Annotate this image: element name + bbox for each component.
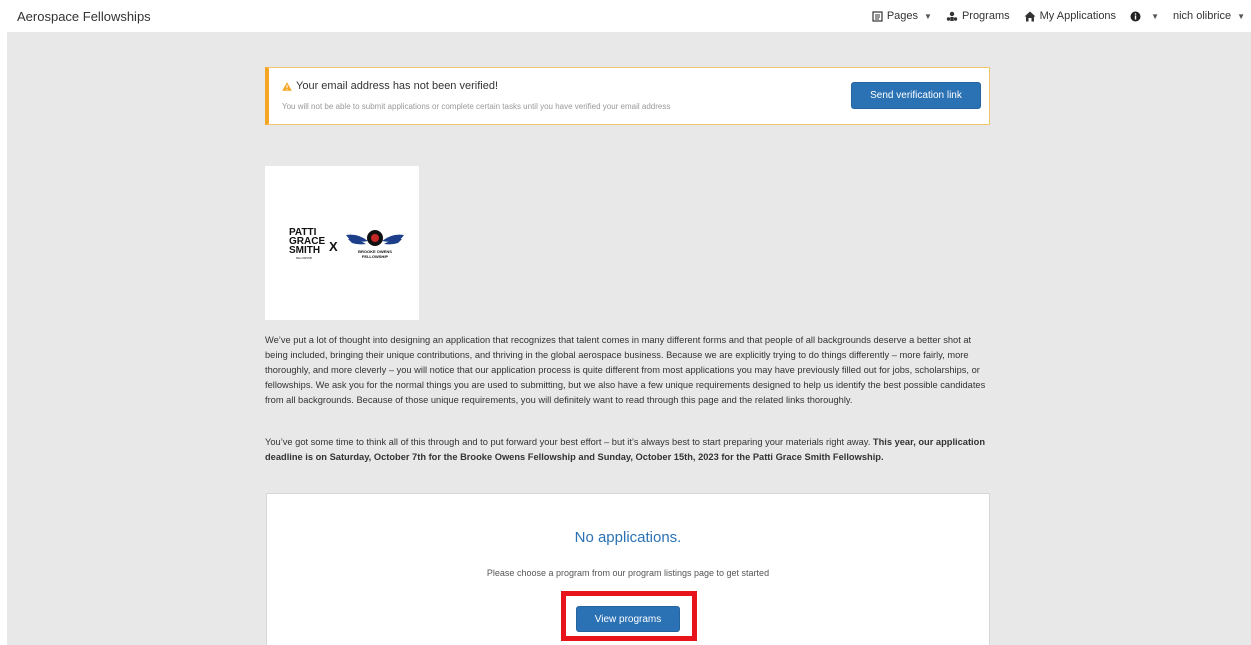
view-programs-button[interactable]: View programs (576, 606, 680, 632)
alert-title-text: Your email address has not been verified… (296, 80, 498, 92)
user-name: nich olibrice (1172, 10, 1232, 22)
chevron-down-icon: ▼ (924, 11, 932, 21)
no-applications-title: No applications. (574, 529, 682, 546)
send-verification-link-button[interactable]: Send verification link (851, 82, 981, 109)
home-icon (1024, 11, 1036, 22)
alert-title: Your email address has not been verified… (282, 80, 498, 92)
nav-my-applications-label: My Applications (1039, 10, 1117, 22)
no-applications-message: Please choose a program from our program… (486, 568, 770, 578)
nav-info-dropdown[interactable]: ▼ (1130, 11, 1159, 22)
nav-programs[interactable]: Programs (946, 10, 1010, 22)
nav-pages-dropdown[interactable]: Pages ▼ (872, 10, 932, 22)
logo-graphic: PATTI GRACE SMITH FELLOWSHIP X BROOKE OW… (289, 227, 404, 260)
nav-menu: Pages ▼ Programs My Applications ▼ nich … (858, 10, 1245, 22)
nav-user-dropdown[interactable]: nich olibrice ▼ (1173, 10, 1245, 22)
nav-programs-label: Programs (961, 10, 1010, 22)
intro-paragraph-1: We’ve put a lot of thought into designin… (265, 335, 986, 405)
programs-icon (946, 11, 958, 22)
svg-text:FELLOWSHIP: FELLOWSHIP (362, 254, 389, 259)
svg-text:SMITH: SMITH (289, 245, 320, 256)
chevron-down-icon: ▼ (1237, 11, 1245, 21)
info-icon (1130, 11, 1141, 22)
top-navbar: Aerospace Fellowships Pages ▼ Programs M… (0, 0, 1251, 32)
deadline-intro-text: You’ve got some time to think all of thi… (265, 437, 873, 447)
brand-title[interactable]: Aerospace Fellowships (17, 9, 151, 24)
email-verification-alert: Your email address has not been verified… (265, 67, 990, 125)
warning-icon (282, 81, 292, 91)
document-icon (872, 10, 883, 22)
svg-text:FELLOWSHIP: FELLOWSHIP (296, 257, 312, 260)
fellowships-logo: PATTI GRACE SMITH FELLOWSHIP X BROOKE OW… (265, 166, 419, 320)
intro-paragraph-2: You’ve got some time to think all of thi… (265, 435, 995, 465)
svg-text:X: X (329, 239, 338, 254)
nav-pages-label: Pages (886, 10, 919, 22)
applications-card: No applications. Please choose a program… (266, 493, 990, 645)
alert-message: You will not be able to submit applicati… (282, 102, 671, 111)
nav-my-applications[interactable]: My Applications (1024, 10, 1116, 22)
chevron-down-icon: ▼ (1151, 11, 1159, 21)
